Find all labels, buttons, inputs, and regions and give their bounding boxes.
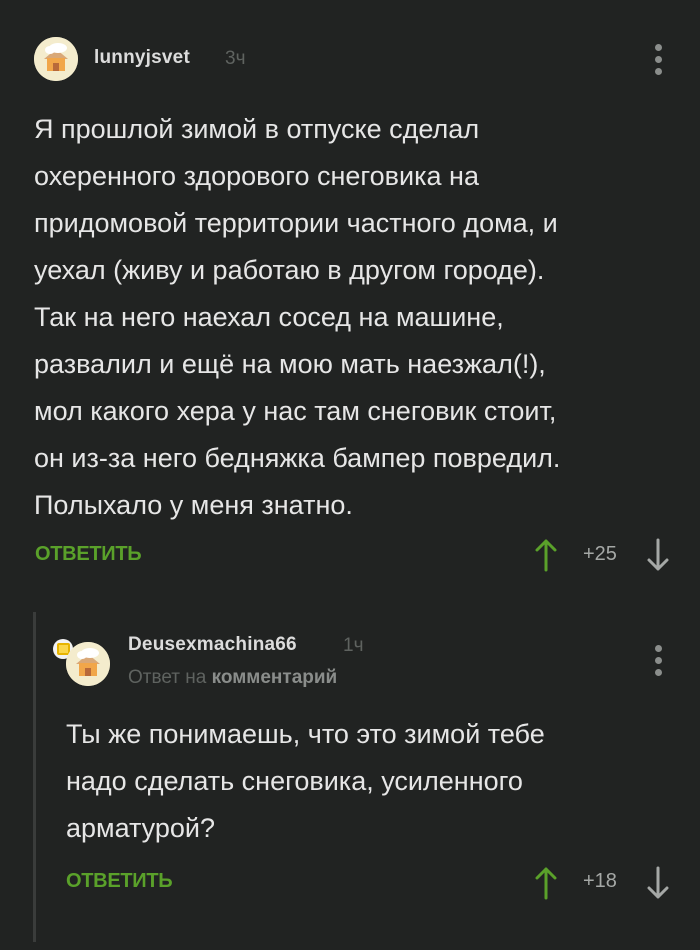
reply-to-line: Ответ на комментарий bbox=[128, 667, 337, 689]
arrow-up-icon[interactable] bbox=[534, 866, 558, 900]
user-avatar[interactable] bbox=[34, 37, 78, 81]
reply-button[interactable]: ОТВЕТИТЬ bbox=[35, 543, 142, 566]
reply-button[interactable]: ОТВЕТИТЬ bbox=[66, 870, 173, 893]
rating-value: +25 bbox=[583, 543, 617, 565]
comment-time: 1ч bbox=[343, 635, 364, 656]
kebab-menu-icon[interactable] bbox=[655, 44, 663, 80]
arrow-down-icon[interactable] bbox=[646, 866, 670, 900]
username[interactable]: lunnyjsvet bbox=[94, 47, 190, 69]
comment-time: 3ч bbox=[225, 48, 246, 69]
house-avatar-icon bbox=[66, 642, 110, 686]
username[interactable]: Deusexmachina66 bbox=[128, 634, 297, 656]
rating-value: +18 bbox=[583, 870, 617, 892]
comment: lunnyjsvet 3ч Я прошлой зимой в отпуске … bbox=[0, 0, 700, 590]
comment-text: Ты же понимаешь, что это зимой тебе надо… bbox=[66, 719, 545, 843]
comment-text: Я прошлой зимой в отпуске сделал охеренн… bbox=[34, 114, 561, 520]
house-avatar-icon bbox=[34, 37, 78, 81]
reply-to-prefix: Ответ на bbox=[128, 667, 207, 688]
arrow-down-icon[interactable] bbox=[646, 538, 670, 572]
reply-to-link[interactable]: комментарий bbox=[212, 667, 338, 688]
user-avatar[interactable] bbox=[66, 642, 110, 686]
kebab-menu-icon[interactable] bbox=[655, 645, 663, 681]
reply-comment: Deusexmachina66 1ч Ответ на комментарий … bbox=[0, 590, 700, 950]
arrow-up-icon[interactable] bbox=[534, 538, 558, 572]
